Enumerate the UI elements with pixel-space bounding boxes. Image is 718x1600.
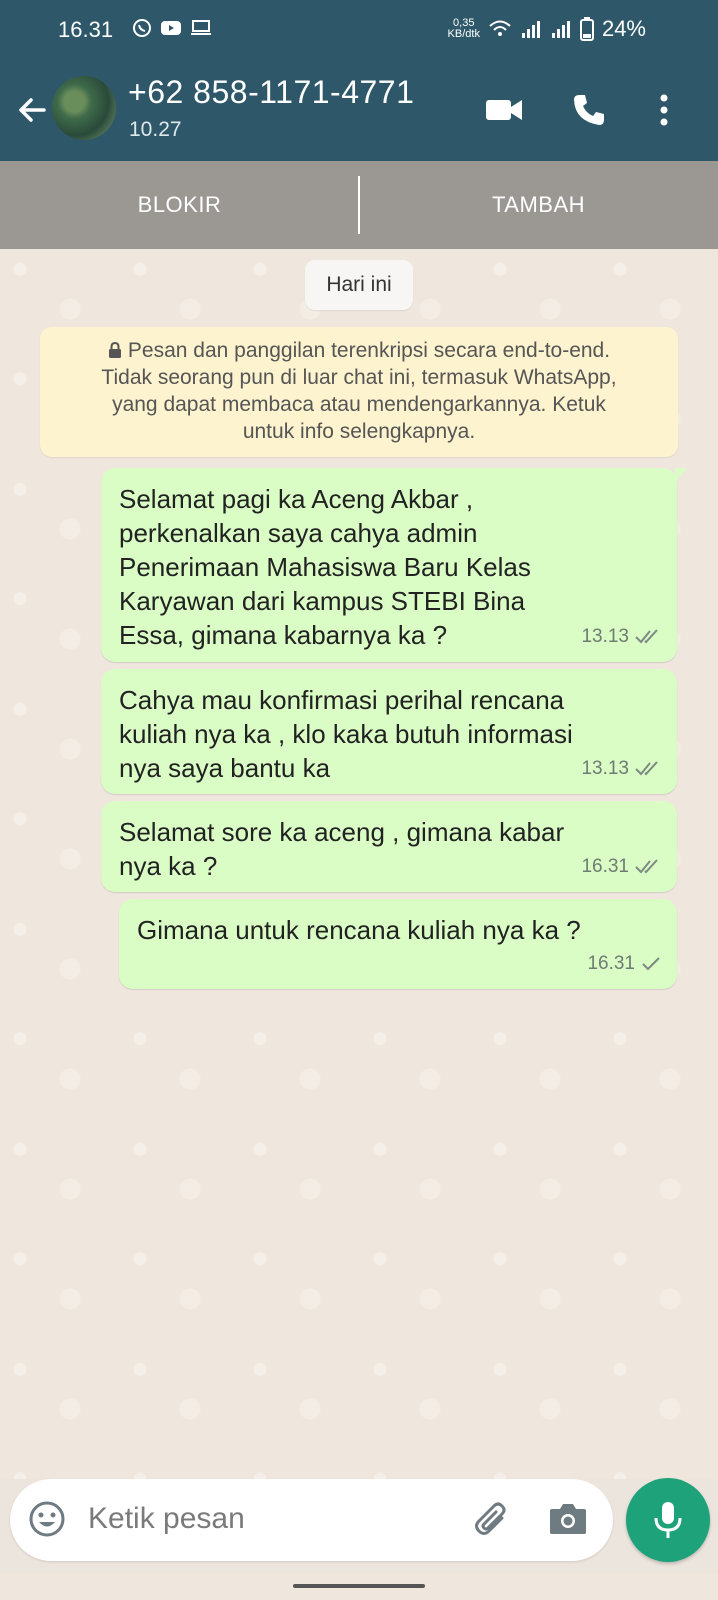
attach-button[interactable] (472, 1500, 512, 1545)
lock-icon (108, 342, 121, 358)
outgoing-message[interactable]: Cahya mau konfirmasi perihal rencana kul… (101, 669, 677, 794)
home-gesture-handle[interactable] (293, 1584, 425, 1588)
double-check-icon (635, 629, 658, 644)
bubble-tail (675, 468, 687, 482)
more-options-button[interactable] (644, 90, 684, 130)
contact-avatar[interactable] (52, 76, 116, 140)
double-check-icon (635, 859, 658, 874)
message-time: 16.31 (587, 953, 635, 974)
action-divider (358, 176, 360, 234)
whatsapp-notification-icon (133, 19, 151, 37)
block-button[interactable]: BLOKIR (0, 161, 359, 249)
status-time: 16.31 (58, 17, 114, 42)
top-bar: 16.31 0,35 KB/dtk 24% +62 858-1171-4771 … (0, 0, 718, 161)
paperclip-icon (475, 1502, 506, 1535)
message-text: Cahya mau konfirmasi perihal rencana kul… (119, 685, 573, 783)
voice-message-button[interactable] (626, 1478, 710, 1562)
message-time: 16.31 (581, 856, 629, 877)
message-input[interactable]: Ketik pesan (88, 1502, 245, 1536)
phone-icon (574, 95, 604, 125)
video-call-button[interactable] (484, 90, 524, 130)
camera-button[interactable] (548, 1499, 588, 1542)
voice-call-button[interactable] (569, 90, 609, 130)
signal-icon-1 (521, 21, 540, 38)
chat-area[interactable]: Hari ini Pesan dan panggilan terenkripsi… (0, 249, 718, 1479)
contact-last-seen: 10.27 (129, 118, 182, 141)
microphone-icon (654, 1502, 682, 1538)
double-check-icon (635, 761, 658, 776)
outgoing-message[interactable]: Selamat sore ka aceng , gimana kabar nya… (101, 801, 677, 892)
network-speed: 0,35 KB/dtk (447, 17, 480, 40)
system-nav-bar (0, 1573, 718, 1600)
status-bar: 16.31 0,35 KB/dtk 24% (0, 0, 718, 60)
youtube-notification-icon (161, 21, 181, 35)
message-meta: 13.13 (581, 752, 661, 786)
message-time: 13.13 (581, 758, 629, 779)
emoji-icon (29, 1501, 65, 1537)
single-check-icon (642, 957, 660, 971)
message-text: Selamat sore ka aceng , gimana kabar nya… (119, 817, 565, 881)
outgoing-message[interactable]: Selamat pagi ka Aceng Akbar , perkenalka… (101, 468, 687, 662)
signal-icon-2 (551, 21, 570, 38)
three-dots-vertical-icon (660, 94, 668, 126)
outgoing-message[interactable]: Gimana untuk rencana kuliah nya ka ? 16.… (119, 899, 677, 989)
add-contact-button[interactable]: TAMBAH (359, 161, 718, 249)
encryption-notice[interactable]: Pesan dan panggilan terenkripsi secara e… (40, 327, 678, 457)
battery-percent: 24% (601, 16, 646, 41)
wifi-icon (489, 20, 511, 36)
message-composer: Ketik pesan (10, 1479, 613, 1561)
chat-app-bar: +62 858-1171-4771 10.27 (0, 60, 718, 161)
battery-icon (579, 17, 594, 41)
message-meta: 16.31 (581, 850, 661, 884)
date-chip: Hari ini (305, 260, 413, 310)
status-notification-icons (132, 18, 212, 38)
unknown-contact-action-bar: BLOKIR TAMBAH (0, 161, 718, 249)
laptop-notification-icon (191, 20, 211, 35)
message-text: Selamat pagi ka Aceng Akbar , perkenalka… (119, 484, 531, 650)
message-text: Gimana untuk rencana kuliah nya ka ? (137, 915, 581, 945)
message-time: 13.13 (581, 626, 629, 647)
message-meta: 13.13 (581, 620, 661, 654)
back-arrow-icon[interactable] (12, 90, 52, 130)
video-camera-icon (486, 100, 522, 120)
emoji-button[interactable] (28, 1500, 66, 1543)
message-meta: 16.31 (587, 947, 661, 981)
contact-name[interactable]: +62 858-1171-4771 (128, 74, 414, 111)
status-right: 0,35 KB/dtk 24% (448, 16, 646, 42)
camera-icon (550, 1504, 586, 1534)
